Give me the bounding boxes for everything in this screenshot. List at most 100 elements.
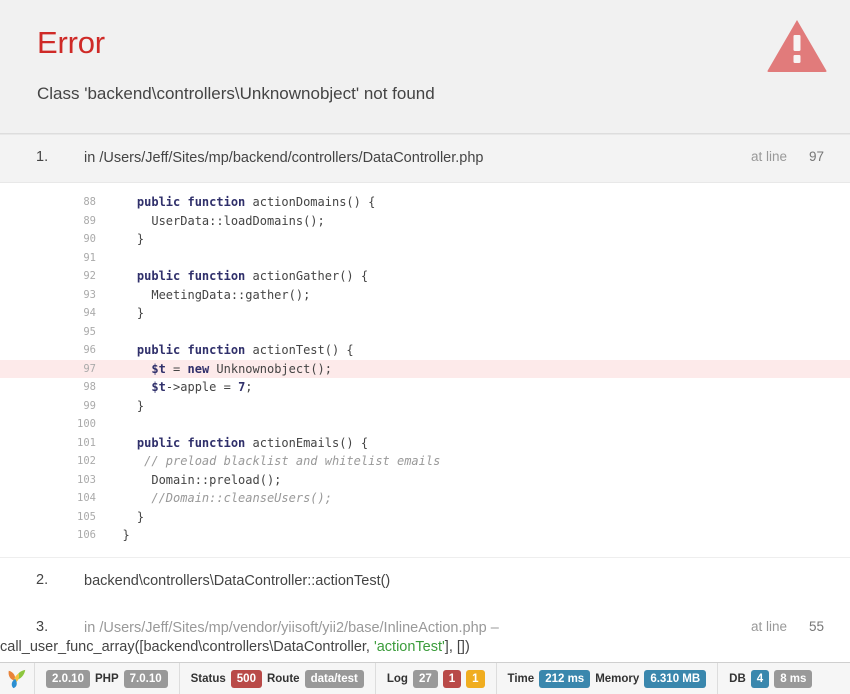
code-text: = — [165, 361, 188, 376]
at-line-label: at line — [750, 149, 787, 164]
db-time-badge[interactable]: 8 ms — [774, 669, 813, 688]
code-line-number: 97 — [83, 362, 96, 375]
trace-row[interactable]: 3. in /Users/Jeff/Sites/mp/vendor/yiisof… — [0, 604, 850, 663]
toolbar-group-performance[interactable]: Time 212 ms Memory 6.310 MB — [497, 663, 719, 694]
toolbar-group-log[interactable]: Log 27 1 1 — [376, 663, 497, 694]
code-line: 96 public function actionTest() { — [0, 341, 850, 360]
error-message: Class 'backend\controllers\Unknownobject… — [37, 84, 435, 103]
trace-filepath: /Users/Jeff/Sites/mp/backend/controllers… — [99, 150, 484, 166]
code-line: 106 } — [0, 526, 850, 545]
code-text: ; — [245, 380, 253, 394]
log-total-badge[interactable]: 27 — [412, 669, 438, 688]
db-count-badge[interactable]: 4 — [750, 669, 770, 688]
code-text: } — [108, 528, 130, 542]
code-text: UserData::loadDomains(); — [108, 213, 325, 228]
status-label: Status — [190, 672, 226, 685]
yii-logo-icon[interactable] — [0, 663, 35, 694]
trace-row[interactable]: 2. backend\controllers\DataController::a… — [0, 556, 850, 605]
code-text: actionTest() { — [252, 343, 354, 357]
code-line-source: } — [108, 397, 850, 416]
code-line-number: 94 — [83, 307, 96, 319]
memory-badge[interactable]: 6.310 MB — [644, 669, 707, 688]
code-line: 97 $t = new Unknownobject(); — [0, 359, 850, 378]
code-keyword: $t — [151, 361, 166, 376]
code-line-source: $t->apple = 7; — [108, 378, 850, 397]
code-line-number: 90 — [83, 233, 96, 245]
code-line-source: } — [108, 304, 850, 323]
memory-label: Memory — [595, 672, 640, 685]
trace-call-pre: call_user_func_array([backend\controller… — [0, 638, 374, 655]
php-label: PHP — [94, 672, 119, 685]
warning-triangle-icon — [766, 18, 828, 73]
trace-filepath: /Users/Jeff/Sites/mp/vendor/yiisoft/yii2… — [99, 619, 487, 636]
php-version-badge[interactable]: 7.0.10 — [123, 669, 168, 688]
trace-line-number: 55 — [808, 618, 824, 634]
code-line: 92 public function actionGather() { — [0, 267, 850, 286]
code-line: 95 — [0, 323, 850, 342]
page-title: Error — [37, 25, 105, 60]
yii-debug-toolbar[interactable]: 2.0.10 PHP 7.0.10 Status 500 Route data/test Lo… — [0, 662, 850, 694]
code-line: 105 } — [0, 508, 850, 527]
code-line-number: 98 — [83, 381, 96, 393]
code-keyword: public function — [136, 269, 253, 283]
code-line: 102 // preload blacklist and whitelist e… — [0, 452, 850, 471]
code-text: } — [108, 509, 145, 524]
code-line-source: Domain::preload(); — [108, 471, 850, 490]
code-text: MeetingData::gather(); — [108, 287, 311, 302]
trace-index: 2. — [36, 571, 49, 588]
toolbar-group-database[interactable]: DB 4 8 ms — [718, 663, 823, 694]
time-badge[interactable]: 212 ms — [539, 669, 591, 688]
code-line-number: 102 — [77, 455, 96, 467]
code-line: 91 — [0, 249, 850, 268]
trace-prefix: in — [84, 150, 100, 166]
code-line-number: 105 — [77, 510, 96, 523]
trace-file[interactable]: in /Users/Jeff/Sites/mp/backend/controll… — [84, 150, 484, 166]
code-text: Unknownobject(); — [209, 361, 333, 376]
route-label: Route — [266, 672, 300, 685]
code-line: 88 public function actionDomains() { — [0, 193, 850, 212]
code-text: ->apple = — [165, 380, 239, 394]
code-keyword: $t — [151, 380, 166, 394]
trace-index: 3. — [36, 618, 49, 635]
log-error-badge[interactable]: 1 — [442, 669, 462, 688]
code-line-number: 91 — [83, 251, 96, 264]
code-text: } — [108, 232, 145, 246]
code-line: 101 public function actionEmails() { — [0, 434, 850, 453]
route-badge[interactable]: data/test — [304, 669, 364, 688]
trace-row[interactable]: 1. in /Users/Jeff/Sites/mp/backend/contr… — [0, 134, 850, 183]
source-code-block: 88 public function actionDomains() {89 U… — [0, 183, 850, 557]
trace-file: backend\controllers\DataController::acti… — [84, 573, 390, 589]
trace-prefix: in — [84, 619, 100, 636]
code-line-number: 104 — [77, 492, 96, 504]
code-line: 93 MeetingData::gather(); — [0, 286, 850, 305]
code-line: 90 } — [0, 230, 850, 249]
trace-index: 1. — [36, 149, 49, 165]
code-line-source: //Domain::cleanseUsers(); — [108, 489, 850, 508]
code-line-source: UserData::loadDomains(); — [108, 212, 850, 231]
code-line-number: 93 — [83, 288, 96, 301]
code-text: Domain::preload(); — [108, 472, 282, 487]
log-warning-badge[interactable]: 1 — [466, 669, 485, 688]
status-code-badge[interactable]: 500 — [230, 669, 262, 688]
code-keyword: public function — [136, 435, 253, 450]
code-text: } — [108, 306, 145, 320]
code-line-source: } — [108, 526, 850, 545]
trace-call-arg: 'actionTest' — [373, 638, 445, 655]
code-line: 104 //Domain::cleanseUsers(); — [0, 489, 850, 508]
code-line-number: 96 — [83, 344, 96, 356]
code-line-number: 88 — [83, 196, 96, 208]
trace-file[interactable]: in /Users/Jeff/Sites/mp/vendor/yiisoft/y… — [0, 620, 499, 655]
code-line-number: 101 — [77, 436, 96, 449]
toolbar-group-request[interactable]: Status 500 Route data/test — [180, 663, 376, 694]
code-line-number: 100 — [77, 418, 96, 430]
yii-version-badge[interactable]: 2.0.10 — [46, 669, 90, 688]
code-text: } — [108, 398, 145, 413]
at-line-label: at line — [750, 618, 787, 634]
toolbar-group-version[interactable]: 2.0.10 PHP 7.0.10 — [35, 663, 180, 694]
